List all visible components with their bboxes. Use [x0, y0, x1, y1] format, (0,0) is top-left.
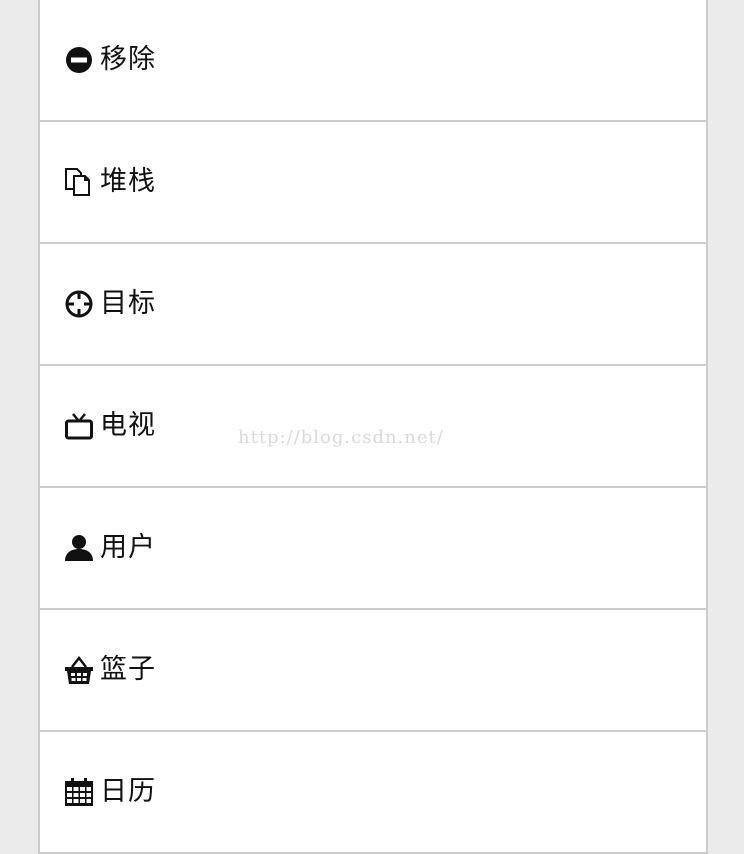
list-item-target[interactable]: 目标	[40, 244, 706, 364]
target-icon	[64, 289, 94, 319]
minus-circle-icon	[64, 45, 94, 75]
list-item-basket[interactable]: 篮子	[40, 610, 706, 730]
user-icon	[64, 533, 94, 563]
list-item-calendar[interactable]: 日历	[40, 732, 706, 852]
list-item-user[interactable]: 用户	[40, 488, 706, 608]
basket-icon	[64, 655, 94, 685]
list-item-label: 电视	[100, 410, 156, 441]
list-item-stack[interactable]: 堆栈	[40, 122, 706, 242]
list-item-tv[interactable]: 电视	[40, 366, 706, 486]
list-item-label: 用户	[100, 532, 156, 563]
tv-icon	[64, 411, 94, 441]
list-item-label: 篮子	[100, 654, 156, 685]
list-item-label: 目标	[100, 288, 156, 319]
list-panel: 移除 堆栈 目标 电视 用户 篮子 日历	[38, 0, 708, 854]
list-item-remove[interactable]: 移除	[40, 0, 706, 120]
list-item-label: 移除	[100, 44, 156, 75]
calendar-icon	[64, 777, 94, 807]
list-item-label: 日历	[100, 776, 156, 807]
stack-icon	[64, 167, 94, 197]
list-item-label: 堆栈	[100, 166, 156, 197]
